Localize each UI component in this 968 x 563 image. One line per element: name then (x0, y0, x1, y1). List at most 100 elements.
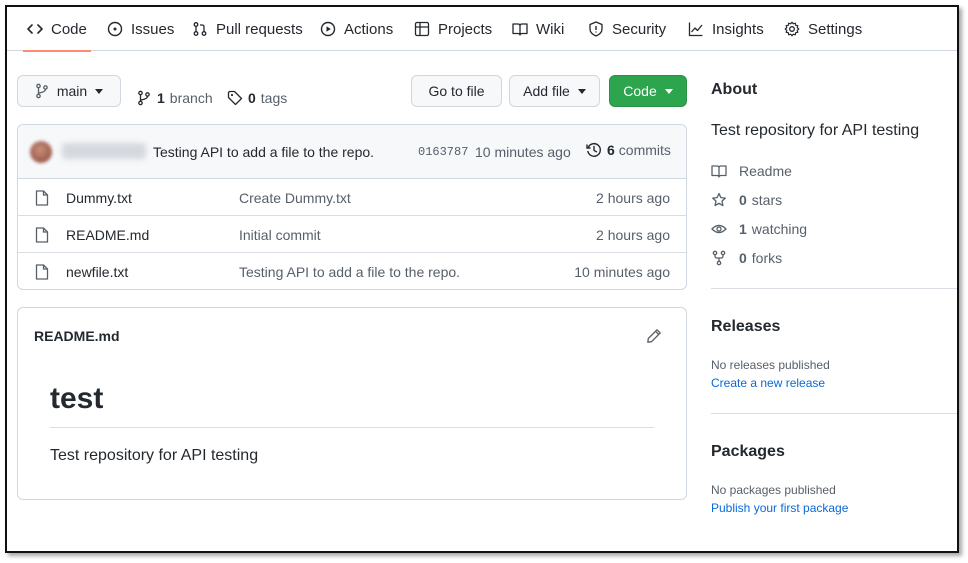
wiki-icon (512, 21, 528, 37)
packages-heading[interactable]: Packages (711, 443, 785, 461)
tab-projects-label: Projects (438, 20, 493, 38)
no-packages-text: No packages published (711, 483, 836, 497)
stars-count: 0 (739, 192, 747, 208)
watchers-link[interactable]: 1 watching (711, 221, 807, 237)
readme-link[interactable]: Readme (711, 163, 792, 179)
readme-heading: test (50, 382, 104, 415)
file-commit-message[interactable]: Create Dummy.txt (239, 190, 351, 206)
tab-wiki-label: Wiki (536, 20, 565, 38)
go-to-file-label: Go to file (428, 83, 485, 99)
forks-link[interactable]: 0 forks (711, 250, 782, 266)
chevron-down-icon (577, 88, 586, 94)
branch-icon (35, 83, 49, 99)
latest-commit-age: 10 minutes ago (475, 144, 571, 160)
chevron-down-icon (95, 88, 104, 94)
commit-author-redacted (62, 143, 146, 159)
commit-count: 6 (607, 142, 615, 158)
file-row: README.md Initial commit 2 hours ago (18, 216, 686, 253)
branch-icon (137, 90, 151, 106)
code-icon (27, 21, 43, 37)
tab-security[interactable]: Security (584, 7, 670, 51)
sidebar-divider (711, 288, 957, 289)
tags-link[interactable]: 0 tags (227, 82, 287, 114)
branch-select-label: main (56, 83, 88, 99)
file-name-link[interactable]: README.md (66, 227, 149, 243)
go-to-file-button[interactable]: Go to file (411, 75, 502, 107)
eye-icon (711, 221, 727, 237)
file-icon (35, 264, 49, 280)
publish-package-link[interactable]: Publish your first package (711, 501, 848, 515)
file-row: newfile.txt Testing API to add a file to… (18, 253, 686, 289)
branch-select-button[interactable]: main (17, 75, 121, 107)
forks-word: forks (751, 250, 783, 266)
branch-word: branch (169, 90, 213, 106)
code-button-label: Code (623, 83, 657, 99)
repo-description: Test repository for API testing (711, 122, 920, 139)
branch-count: 1 (157, 90, 165, 106)
avatar[interactable] (30, 141, 52, 163)
issues-icon (107, 21, 123, 37)
tab-code[interactable]: Code (23, 7, 91, 52)
latest-commit-message[interactable]: Testing API to add a file to the repo. (153, 144, 374, 160)
fork-icon (711, 250, 727, 266)
graph-icon (688, 21, 704, 37)
tag-word: tags (260, 90, 288, 106)
readme-title: README.md (34, 328, 120, 344)
file-browser: Testing API to add a file to the repo. 0… (17, 124, 687, 290)
stars-word: stars (751, 192, 783, 208)
tab-insights[interactable]: Insights (684, 7, 768, 51)
tab-pull-requests-label: Pull requests (216, 20, 303, 38)
latest-commit-sha[interactable]: 0163787 (418, 145, 468, 159)
readme-link-label: Readme (739, 163, 792, 179)
forks-count: 0 (739, 250, 747, 266)
pull-request-icon (192, 21, 208, 37)
tab-security-label: Security (612, 20, 667, 38)
actions-icon (320, 21, 336, 37)
projects-icon (414, 21, 430, 37)
shield-icon (588, 21, 604, 37)
file-commit-age: 10 minutes ago (574, 264, 670, 280)
tab-projects[interactable]: Projects (410, 7, 496, 51)
stars-link[interactable]: 0 stars (711, 192, 782, 208)
file-icon (35, 190, 49, 206)
file-commit-age: 2 hours ago (596, 227, 670, 243)
file-commit-message[interactable]: Initial commit (239, 227, 321, 243)
tab-insights-label: Insights (712, 20, 764, 38)
tab-actions[interactable]: Actions (316, 7, 397, 51)
file-name-link[interactable]: newfile.txt (66, 264, 128, 280)
file-name-link[interactable]: Dummy.txt (66, 190, 132, 206)
watching-count: 1 (739, 221, 747, 237)
tab-issues-label: Issues (131, 20, 175, 38)
add-file-button[interactable]: Add file (509, 75, 600, 107)
readme-body: Test repository for API testing (50, 447, 259, 464)
add-file-label: Add file (523, 83, 570, 99)
pencil-icon[interactable] (646, 328, 662, 344)
create-release-link[interactable]: Create a new release (711, 376, 825, 390)
repo-window: Code Issues Pull requests Actions Projec… (5, 5, 959, 553)
about-heading: About (711, 81, 758, 98)
readme-heading-divider (50, 427, 654, 428)
tab-pull-requests[interactable]: Pull requests (188, 7, 307, 51)
commit-word: commits (618, 142, 671, 158)
sidebar-divider (711, 413, 957, 414)
file-row: Dummy.txt Create Dummy.txt 2 hours ago (18, 179, 686, 216)
tab-wiki[interactable]: Wiki (508, 7, 568, 51)
star-icon (711, 192, 727, 208)
tag-count: 0 (248, 90, 256, 106)
commits-link[interactable]: 6 commits (586, 142, 671, 158)
code-download-button[interactable]: Code (609, 75, 687, 107)
tab-settings-label: Settings (808, 20, 863, 38)
no-releases-text: No releases published (711, 358, 830, 372)
tab-settings[interactable]: Settings (780, 7, 866, 51)
tab-issues[interactable]: Issues (103, 7, 178, 51)
releases-heading[interactable]: Releases (711, 318, 780, 336)
history-icon (586, 142, 602, 158)
readme-panel: README.md test Test repository for API t… (17, 307, 687, 500)
tab-code-label: Code (51, 20, 87, 38)
book-icon (711, 163, 727, 179)
branches-link[interactable]: 1 branch (137, 82, 213, 114)
watching-word: watching (751, 221, 808, 237)
latest-commit-bar: Testing API to add a file to the repo. 0… (18, 125, 686, 179)
chevron-down-icon (664, 88, 673, 94)
file-commit-message[interactable]: Testing API to add a file to the repo. (239, 264, 460, 280)
